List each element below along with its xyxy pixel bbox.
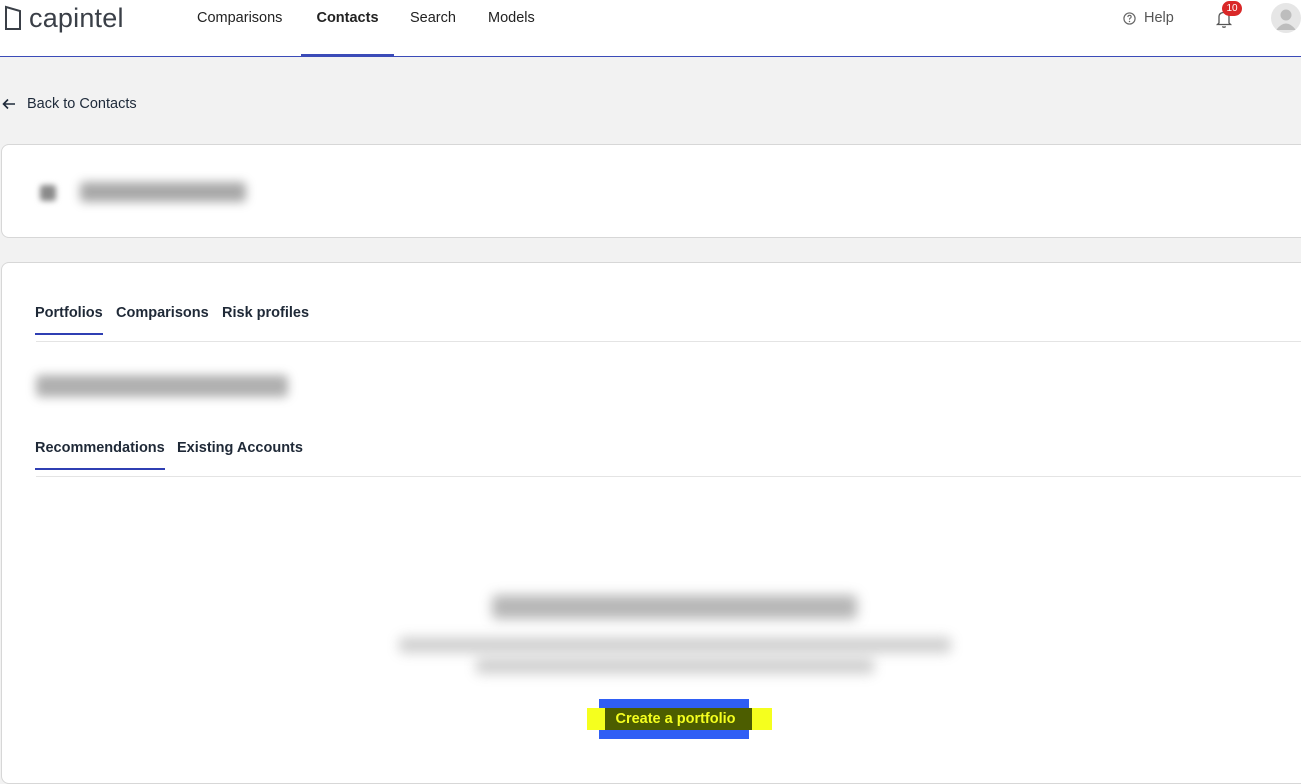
contact-avatar-redacted	[40, 185, 56, 201]
empty-state-title-redacted	[492, 595, 857, 619]
help-label: Help	[1144, 10, 1174, 26]
avatar[interactable]	[1271, 3, 1301, 33]
portfolio-heading-redacted	[36, 375, 288, 397]
tab-risk-profiles[interactable]: Risk profiles	[222, 305, 309, 321]
empty-state-description-redacted	[399, 637, 951, 653]
create-portfolio-label[interactable]: Create a portfolio	[587, 708, 764, 730]
nav-item-search[interactable]: Search	[410, 0, 456, 56]
contact-name-redacted	[80, 182, 246, 202]
subtabs-divider	[36, 476, 1301, 477]
nav-item-comparisons[interactable]: Comparisons	[197, 0, 282, 56]
empty-state-description-redacted-2	[476, 658, 874, 674]
subtab-existing-accounts[interactable]: Existing Accounts	[177, 440, 303, 456]
help-icon	[1123, 11, 1136, 25]
contact-header-card	[1, 144, 1301, 238]
subtab-recommendations[interactable]: Recommendations	[35, 440, 165, 470]
tab-comparisons[interactable]: Comparisons	[116, 305, 209, 321]
help-button[interactable]: Help	[1123, 10, 1174, 26]
back-to-contacts-link[interactable]: Back to Contacts	[2, 96, 137, 112]
portfolio-card: Portfolios Comparisons Risk profiles Rec…	[1, 262, 1301, 784]
notification-badge: 10	[1222, 1, 1242, 16]
brand-logo[interactable]: capintel	[4, 2, 124, 34]
tabs-divider	[36, 341, 1301, 342]
brand-name: capintel	[29, 2, 124, 33]
top-navigation: capintel Comparisons Contacts Search Mod…	[0, 0, 1301, 57]
nav-item-models[interactable]: Models	[488, 0, 535, 56]
nav-item-contacts[interactable]: Contacts	[301, 0, 394, 56]
user-icon	[1276, 9, 1296, 30]
logo-mark-icon	[5, 5, 21, 30]
back-link-label: Back to Contacts	[27, 96, 137, 112]
tab-portfolios[interactable]: Portfolios	[35, 305, 103, 335]
arrow-left-icon	[2, 98, 15, 110]
